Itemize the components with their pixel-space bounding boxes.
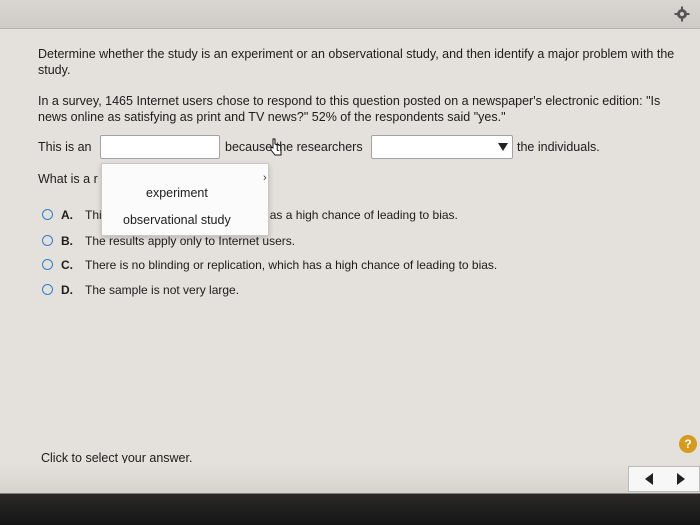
study-type-dropdown-menu: experiment observational study: [101, 163, 269, 236]
gear-icon[interactable]: [674, 6, 690, 22]
choice-letter: D.: [61, 283, 73, 297]
chevron-down-icon: [498, 143, 508, 151]
choice-text: There is no blinding or replication, whi…: [85, 258, 498, 272]
bottom-bar: [0, 463, 700, 525]
sentence-part-3: the individuals.: [517, 140, 600, 154]
choice-letter: B.: [61, 234, 73, 248]
sentence-part-2: because the researchers: [225, 140, 363, 154]
dropdown-option-observational[interactable]: observational study: [102, 213, 268, 227]
researchers-action-select[interactable]: [371, 135, 513, 159]
radio-button[interactable]: [42, 209, 53, 220]
choice-letter: A.: [61, 208, 73, 222]
question-prompt: Determine whether the study is an experi…: [38, 47, 675, 77]
answer-sentence: This is an because the researchers the i…: [38, 135, 688, 161]
question-icon[interactable]: ?: [679, 435, 697, 453]
question-scenario: In a survey, 1465 Internet users chose t…: [38, 94, 661, 124]
right-arrow-icon[interactable]: [677, 473, 685, 485]
choice-text: The sample is not very large.: [85, 283, 240, 297]
study-type-select[interactable]: [100, 135, 282, 159]
dropdown-option-experiment[interactable]: experiment: [102, 186, 268, 200]
radio-button[interactable]: [42, 284, 53, 295]
radio-button[interactable]: [42, 235, 53, 246]
choice-letter: C.: [61, 258, 73, 272]
question-nav: [628, 466, 700, 492]
sentence-part-1: This is an: [38, 140, 92, 154]
choice-text: The results apply only to Internet users…: [85, 234, 296, 248]
followup-question: What is a r: [38, 172, 98, 186]
radio-button[interactable]: [42, 259, 53, 270]
left-arrow-icon[interactable]: [645, 473, 653, 485]
top-toolbar: [0, 0, 700, 29]
chevron-right-icon: ›: [263, 172, 267, 184]
